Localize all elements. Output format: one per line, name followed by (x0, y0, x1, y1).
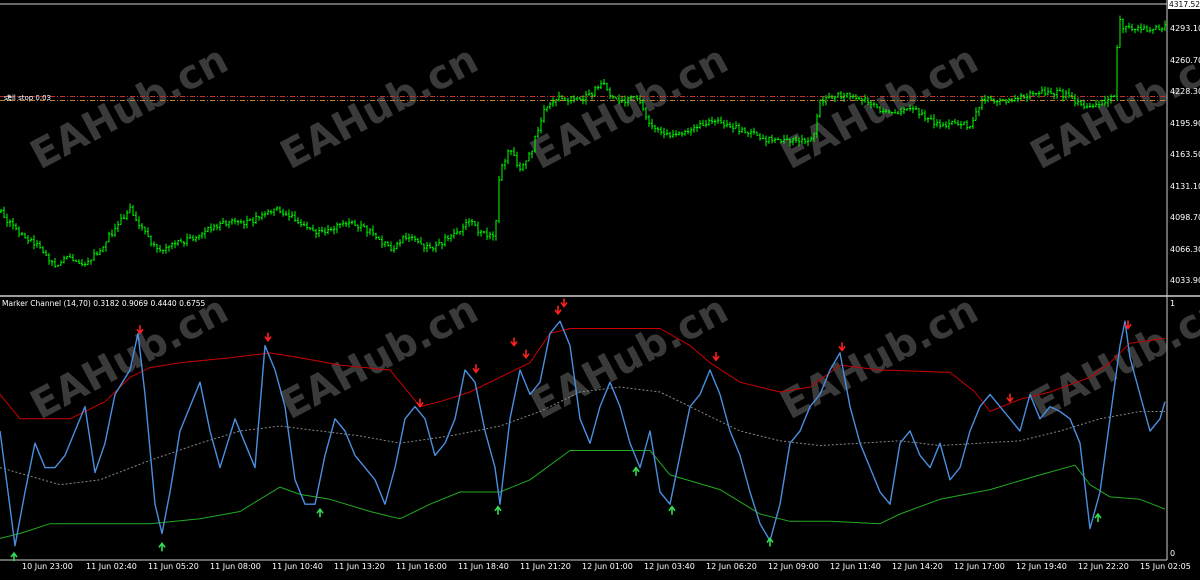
time-label: 12 Jun 09:00 (768, 562, 819, 571)
time-label: 11 Jun 02:40 (86, 562, 137, 571)
time-label: 12 Jun 17:00 (954, 562, 1005, 571)
price-label: 4131.10 (1170, 182, 1200, 191)
time-label: 12 Jun 14:20 (892, 562, 943, 571)
indicator-scale-bottom: 0 (1170, 549, 1175, 558)
time-label: 15 Jun 02:05 (1140, 562, 1191, 571)
side-mark: #3 (5, 94, 11, 101)
time-label: 11 Jun 13:20 (334, 562, 385, 571)
time-label: 11 Jun 05:20 (148, 562, 199, 571)
indicator-scale-top: 1 (1170, 299, 1175, 308)
price-label: 4066.30 (1170, 245, 1200, 254)
time-label: 11 Jun 21:20 (520, 562, 571, 571)
chart-canvas: EAHub.cn EAHub.cn EAHub.cn EAHub.cn EAHu… (0, 0, 1200, 576)
trading-chart: EAHub.cn EAHub.cn EAHub.cn EAHub.cn EAHu… (0, 0, 1200, 576)
time-axis: 10 Jun 23:00 11 Jun 02:40 11 Jun 05:20 1… (22, 562, 1191, 571)
time-label: 11 Jun 08:00 (210, 562, 261, 571)
time-label: 11 Jun 10:40 (272, 562, 323, 571)
time-label: 12 Jun 03:40 (644, 562, 695, 571)
price-label: 4293.10 (1170, 24, 1200, 33)
time-label: 11 Jun 16:00 (396, 562, 447, 571)
price-label: 4228.30 (1170, 87, 1200, 96)
time-label: 12 Jun 01:00 (582, 562, 633, 571)
indicator-header: Marker Channel (14,70) 0.3182 0.9069 0.4… (2, 299, 206, 308)
time-label: 12 Jun 22:20 (1078, 562, 1129, 571)
price-label-current: 4317.52 (1169, 0, 1200, 9)
time-label: 12 Jun 06:20 (706, 562, 757, 571)
price-label: 4033.90 (1170, 276, 1200, 285)
price-label: 4163.50 (1170, 150, 1200, 159)
time-label: 12 Jun 11:40 (830, 562, 881, 571)
price-label: 4098.70 (1170, 213, 1200, 222)
time-label: 12 Jun 19:40 (1016, 562, 1067, 571)
price-label: 4195.90 (1170, 119, 1200, 128)
time-label: 10 Jun 23:00 (22, 562, 73, 571)
time-label: 11 Jun 18:40 (458, 562, 509, 571)
price-label: 4260.70 (1170, 56, 1200, 65)
